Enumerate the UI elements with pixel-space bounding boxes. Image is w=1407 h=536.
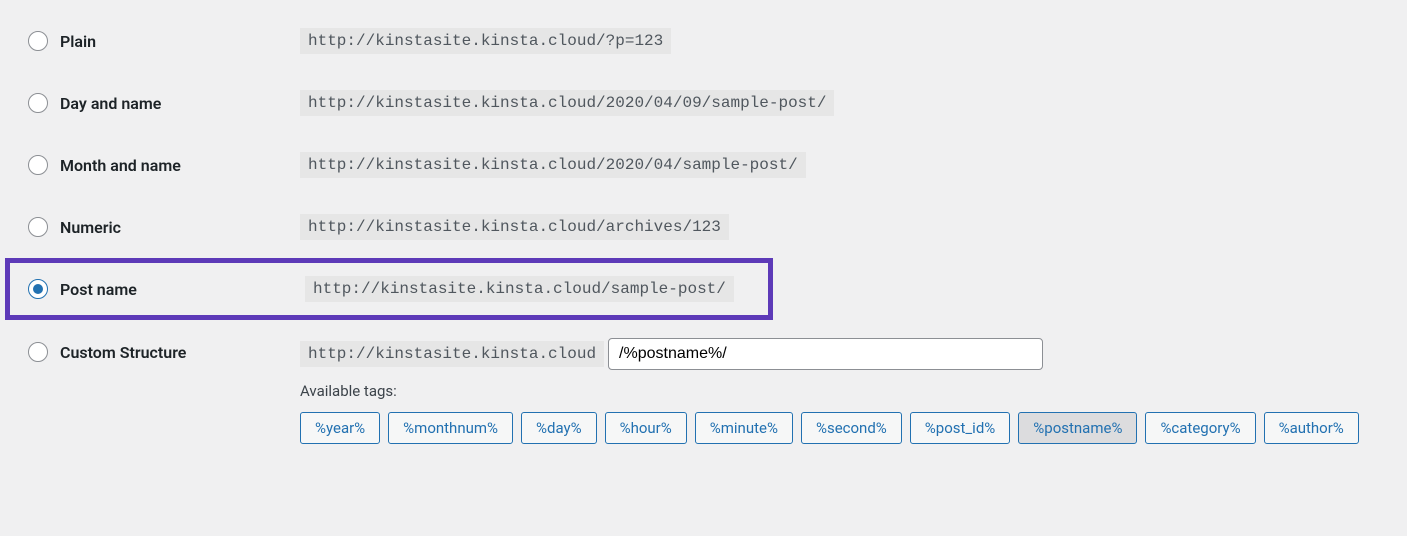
tag-button[interactable]: %year% [300, 412, 380, 444]
label-month-name: Month and name [60, 156, 181, 175]
tag-button[interactable]: %monthnum% [388, 412, 513, 444]
label-plain: Plain [60, 32, 96, 51]
tag-button[interactable]: %author% [1264, 412, 1359, 444]
option-post-name: Post name http://kinstasite.kinsta.cloud… [5, 258, 773, 320]
tag-button[interactable]: %minute% [695, 412, 793, 444]
option-custom: Custom Structure http://kinstasite.kinst… [20, 320, 1387, 462]
radio-day-name[interactable] [28, 93, 48, 113]
url-plain: http://kinstasite.kinsta.cloud/?p=123 [300, 28, 671, 54]
label-numeric: Numeric [60, 218, 121, 237]
available-tags-label: Available tags: [300, 382, 1387, 400]
label-day-name: Day and name [60, 94, 161, 113]
option-plain: Plain http://kinstasite.kinsta.cloud/?p=… [20, 10, 1387, 72]
url-day-name: http://kinstasite.kinsta.cloud/2020/04/0… [300, 90, 834, 116]
url-post-name: http://kinstasite.kinsta.cloud/sample-po… [305, 276, 734, 302]
radio-plain[interactable] [28, 31, 48, 51]
option-month-name: Month and name http://kinstasite.kinsta.… [20, 134, 1387, 196]
tag-button[interactable]: %post_id% [910, 412, 1010, 444]
option-numeric: Numeric http://kinstasite.kinsta.cloud/a… [20, 196, 1387, 258]
radio-post-name[interactable] [28, 279, 48, 299]
label-custom: Custom Structure [60, 343, 186, 362]
tag-button[interactable]: %hour% [605, 412, 687, 444]
tags-row: %year%%monthnum%%day%%hour%%minute%%seco… [300, 412, 1387, 444]
radio-month-name[interactable] [28, 155, 48, 175]
custom-structure-input[interactable] [608, 338, 1043, 370]
tag-button[interactable]: %postname% [1018, 412, 1137, 444]
option-day-name: Day and name http://kinstasite.kinsta.cl… [20, 72, 1387, 134]
radio-custom[interactable] [28, 342, 48, 362]
tag-button[interactable]: %category% [1145, 412, 1255, 444]
radio-numeric[interactable] [28, 217, 48, 237]
tag-button[interactable]: %day% [521, 412, 597, 444]
label-post-name: Post name [60, 280, 137, 299]
url-numeric: http://kinstasite.kinsta.cloud/archives/… [300, 214, 729, 240]
tag-button[interactable]: %second% [801, 412, 902, 444]
url-month-name: http://kinstasite.kinsta.cloud/2020/04/s… [300, 152, 806, 178]
custom-prefix: http://kinstasite.kinsta.cloud [300, 341, 604, 367]
